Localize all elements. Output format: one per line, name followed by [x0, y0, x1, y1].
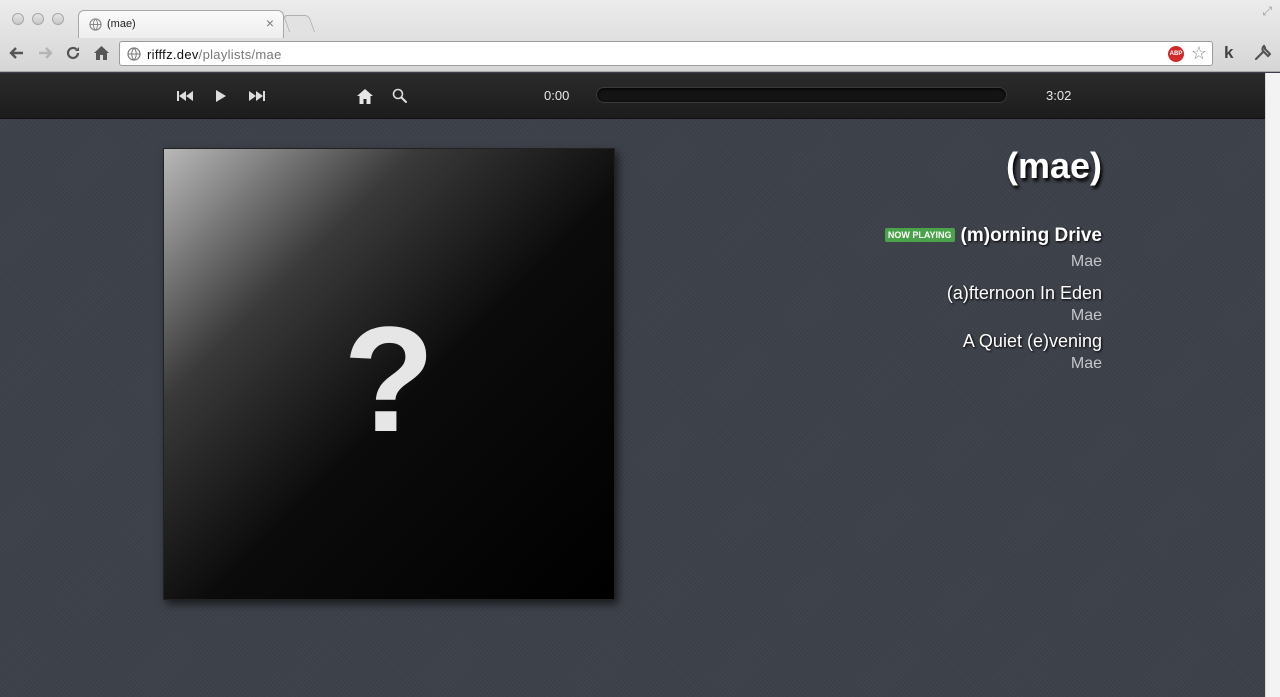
forward-arrow-icon: [39, 47, 53, 59]
page-scrollbar[interactable]: [1265, 73, 1280, 697]
address-bar[interactable]: rifffz.dev/playlists/mae ABP ☆: [119, 41, 1213, 66]
close-window-button[interactable]: [12, 13, 24, 25]
duration-time: 3:02: [1046, 88, 1072, 103]
playlist-page: ? (mae) NOW PLAYING (m)orning Drive Mae (…: [0, 119, 1265, 697]
track-item[interactable]: (a)fternoon In Eden Mae: [947, 283, 1102, 325]
previous-track-button[interactable]: [175, 86, 195, 106]
home-icon: [93, 46, 109, 60]
track-item[interactable]: NOW PLAYING (m)orning Drive Mae: [884, 225, 1102, 271]
globe-icon: [89, 18, 102, 31]
url-text: rifffz.dev/playlists/mae: [147, 47, 282, 62]
album-art: ?: [163, 148, 615, 600]
new-tab-button[interactable]: [282, 15, 316, 32]
reload-icon: [66, 46, 80, 60]
zoom-window-button[interactable]: [52, 13, 64, 25]
tab-title: (mae): [107, 18, 136, 30]
home-icon: [357, 88, 373, 104]
play-button[interactable]: [211, 86, 231, 106]
track-title[interactable]: (m)orning Drive: [961, 225, 1102, 247]
url-path: /playlists/mae: [198, 47, 282, 62]
track-item[interactable]: A Quiet (e)vening Mae: [963, 331, 1102, 373]
site-info-icon[interactable]: [127, 47, 141, 61]
reload-button[interactable]: [63, 43, 83, 63]
wrench-icon[interactable]: [1253, 44, 1271, 62]
back-arrow-icon: [9, 47, 23, 59]
playlist-title: (mae): [1005, 145, 1102, 186]
url-host: rifffz.dev: [147, 47, 199, 62]
adblock-icon[interactable]: ABP: [1168, 46, 1184, 62]
play-icon: [216, 90, 226, 102]
now-playing-badge: NOW PLAYING: [884, 228, 955, 242]
track-title[interactable]: A Quiet (e)vening: [963, 331, 1102, 352]
track-title[interactable]: (a)fternoon In Eden: [947, 283, 1102, 304]
minimize-window-button[interactable]: [32, 13, 44, 25]
unknown-album-icon: ?: [343, 294, 435, 463]
track-artist[interactable]: Mae: [947, 307, 1102, 325]
next-icon: [249, 91, 265, 101]
player-bar: 0:00 3:02: [0, 73, 1265, 119]
browser-tab[interactable]: (mae) ×: [78, 10, 284, 38]
extension-k-button[interactable]: k: [1224, 43, 1233, 63]
forward-button[interactable]: [35, 43, 55, 63]
back-button[interactable]: [7, 43, 27, 63]
next-track-button[interactable]: [247, 86, 267, 106]
search-button[interactable]: [390, 86, 410, 106]
track-artist[interactable]: Mae: [885, 253, 1102, 271]
track-artist[interactable]: Mae: [963, 355, 1102, 373]
search-icon: [392, 88, 407, 103]
bookmark-star-icon[interactable]: ☆: [1191, 43, 1207, 63]
home-button[interactable]: [91, 43, 111, 63]
elapsed-time: 0:00: [544, 88, 570, 103]
previous-icon: [177, 91, 193, 101]
home-nav-button[interactable]: [355, 86, 375, 106]
close-tab-icon[interactable]: ×: [266, 15, 274, 31]
progress-bar[interactable]: [596, 87, 1007, 103]
browser-chrome: (mae) × ⤢ rifffz.dev/playlists/mae ABP ☆…: [0, 0, 1280, 72]
fullscreen-icon[interactable]: ⤢: [1262, 4, 1272, 19]
